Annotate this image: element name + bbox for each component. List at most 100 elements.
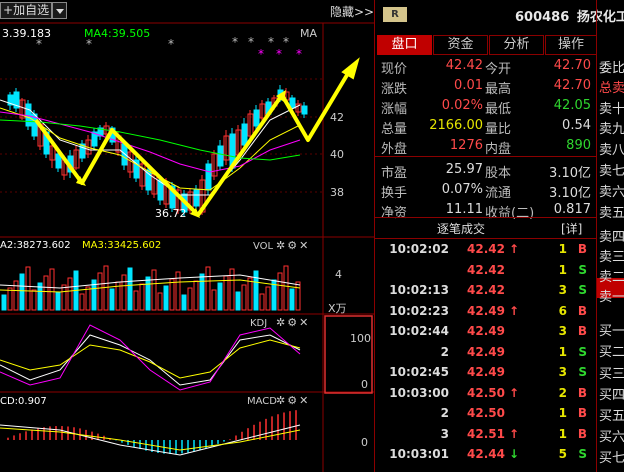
quote-value: 42.05	[553, 98, 591, 113]
gear-icon[interactable]: ✲	[276, 239, 287, 252]
r-badge: R	[383, 7, 407, 22]
arrow-up-icon: ↑	[509, 242, 520, 256]
settings-icon[interactable]: ⚙	[287, 316, 299, 329]
quote-row: 总量 2166.00 量比 0.54	[375, 118, 597, 138]
quote-label: 最高	[485, 82, 512, 97]
volume-bar	[163, 285, 169, 311]
quote-label: 涨跌	[381, 82, 408, 97]
tab-pankou[interactable]: 盘口	[377, 35, 432, 55]
tick-row: 2 42.50 1 B	[375, 406, 597, 426]
tab-fenxi[interactable]: 分析	[489, 35, 544, 55]
settings-icon[interactable]: ⚙	[287, 239, 299, 252]
book-level-label: 卖一	[599, 290, 624, 305]
volume-bar	[169, 278, 175, 311]
tab-zijin[interactable]: 资金	[433, 35, 488, 55]
arrow-up-icon: ↑	[509, 426, 520, 441]
macd-tick-0: 0	[361, 436, 368, 449]
tick-time: 10:02:44	[389, 324, 449, 338]
low-price-label: 36.72	[155, 207, 187, 220]
candle-body	[253, 109, 260, 127]
tick-volume: 1	[558, 262, 567, 277]
stock-header: R 600486 扬农化工	[375, 0, 624, 30]
hide-panel-button[interactable]: 隐藏>>	[330, 3, 374, 20]
settings-icon[interactable]: ⚙	[287, 394, 299, 407]
kline-chart-canvas[interactable]: * * * * * * ** * *	[0, 0, 374, 472]
star-marker-icon: *	[276, 47, 282, 61]
book-level-label: 卖五	[599, 206, 624, 221]
book-level-label: 卖十	[599, 102, 624, 117]
volume-bar	[181, 294, 187, 311]
kdj-pane-title: KDJ	[250, 318, 268, 329]
quote-divider	[375, 156, 597, 157]
tick-side: S	[578, 365, 587, 379]
candle-body	[205, 163, 212, 191]
tick-row: 10:02:44 42.49 3 B	[375, 324, 597, 344]
quote-row: 外盘 1276 内盘 890	[375, 138, 597, 158]
book-level-label: 买五	[599, 409, 624, 424]
tick-volume: 3	[558, 365, 567, 379]
macd-legend: CD:0.907	[0, 396, 47, 407]
quote-row: 市盈 25.97 股本 3.10亿	[375, 162, 597, 182]
tick-time: 3	[440, 426, 449, 441]
candle-body	[241, 123, 248, 146]
tick-price: 42.44	[467, 447, 505, 461]
tick-side: S	[578, 344, 587, 359]
add-watchlist-dropdown[interactable]	[52, 2, 67, 19]
volume-bar	[235, 291, 241, 311]
price-tick-40: 40	[330, 148, 344, 161]
quote-panel: R 600486 扬农化工 盘口 资金 分析 操作 现价 42.42 今开 42.70…	[374, 0, 624, 472]
volume-bar	[277, 272, 283, 311]
gear-icon[interactable]: ✲	[276, 316, 287, 329]
quote-label: 涨幅	[381, 102, 408, 117]
tick-side: B	[577, 303, 587, 318]
quote-value: 0.02%	[441, 98, 483, 113]
close-icon[interactable]: ✕	[299, 316, 310, 329]
chart-area[interactable]: * * * * * * * * * * +加自选 隐藏>> 3.39.183 MA4:39.505…	[0, 0, 374, 472]
tab-caozuo[interactable]: 操作	[545, 35, 597, 55]
tick-time: 10:03:00	[389, 385, 449, 400]
tick-side: S	[578, 283, 587, 297]
quote-label: 最低	[485, 102, 512, 117]
quote-value: 42.70	[553, 58, 591, 73]
tick-header-title: 逐笔成交	[437, 222, 486, 236]
quote-value: 3.10亿	[549, 166, 591, 181]
stock-code: 600486	[515, 10, 570, 25]
tick-volume: 6	[558, 303, 567, 318]
close-icon[interactable]: ✕	[299, 239, 310, 252]
book-level-label: 买六	[599, 430, 624, 445]
book-level-label: 卖七	[599, 164, 624, 179]
volume-bar	[79, 293, 85, 311]
volume-bar	[223, 275, 229, 311]
add-watchlist-button[interactable]: +加自选	[0, 2, 52, 19]
tick-row: 42.42 1 S	[375, 263, 597, 283]
tick-side: S	[578, 447, 587, 461]
quote-label: 股本	[485, 166, 512, 181]
book-level-label: 买四	[599, 388, 624, 403]
ma4-legend: MA4:39.505	[84, 27, 151, 40]
tick-price: 42.42	[467, 242, 505, 256]
star-marker-icon: *	[168, 37, 174, 51]
quote-value: 42.70	[553, 78, 591, 93]
tick-divider-bottom	[375, 238, 597, 239]
volume-bar	[85, 286, 91, 311]
quote-value: 890	[566, 138, 591, 153]
volume-bar	[205, 266, 211, 311]
quote-tabs: 盘口 资金 分析 操作	[377, 35, 597, 56]
volume-bar	[259, 293, 265, 311]
ma-legend-left: 3.39.183	[2, 27, 51, 40]
tick-detail-link[interactable]: [详]	[561, 220, 582, 237]
volume-bar	[187, 287, 193, 311]
volume-bar	[247, 277, 253, 311]
close-icon[interactable]: ✕	[299, 394, 310, 407]
tick-volume: 3	[558, 283, 567, 297]
volume-bar	[43, 275, 49, 311]
tick-price: 42.49	[467, 365, 505, 379]
vol-tick: 4	[335, 268, 342, 281]
book-level-label: 卖四	[599, 230, 624, 245]
macd-dif-line	[0, 424, 301, 456]
volume-bar	[19, 273, 25, 311]
gear-icon[interactable]: ✲	[276, 394, 287, 407]
book-level-label: 买七	[599, 451, 624, 466]
book-level-label: 卖三	[599, 250, 624, 265]
volume-bar	[283, 265, 289, 311]
